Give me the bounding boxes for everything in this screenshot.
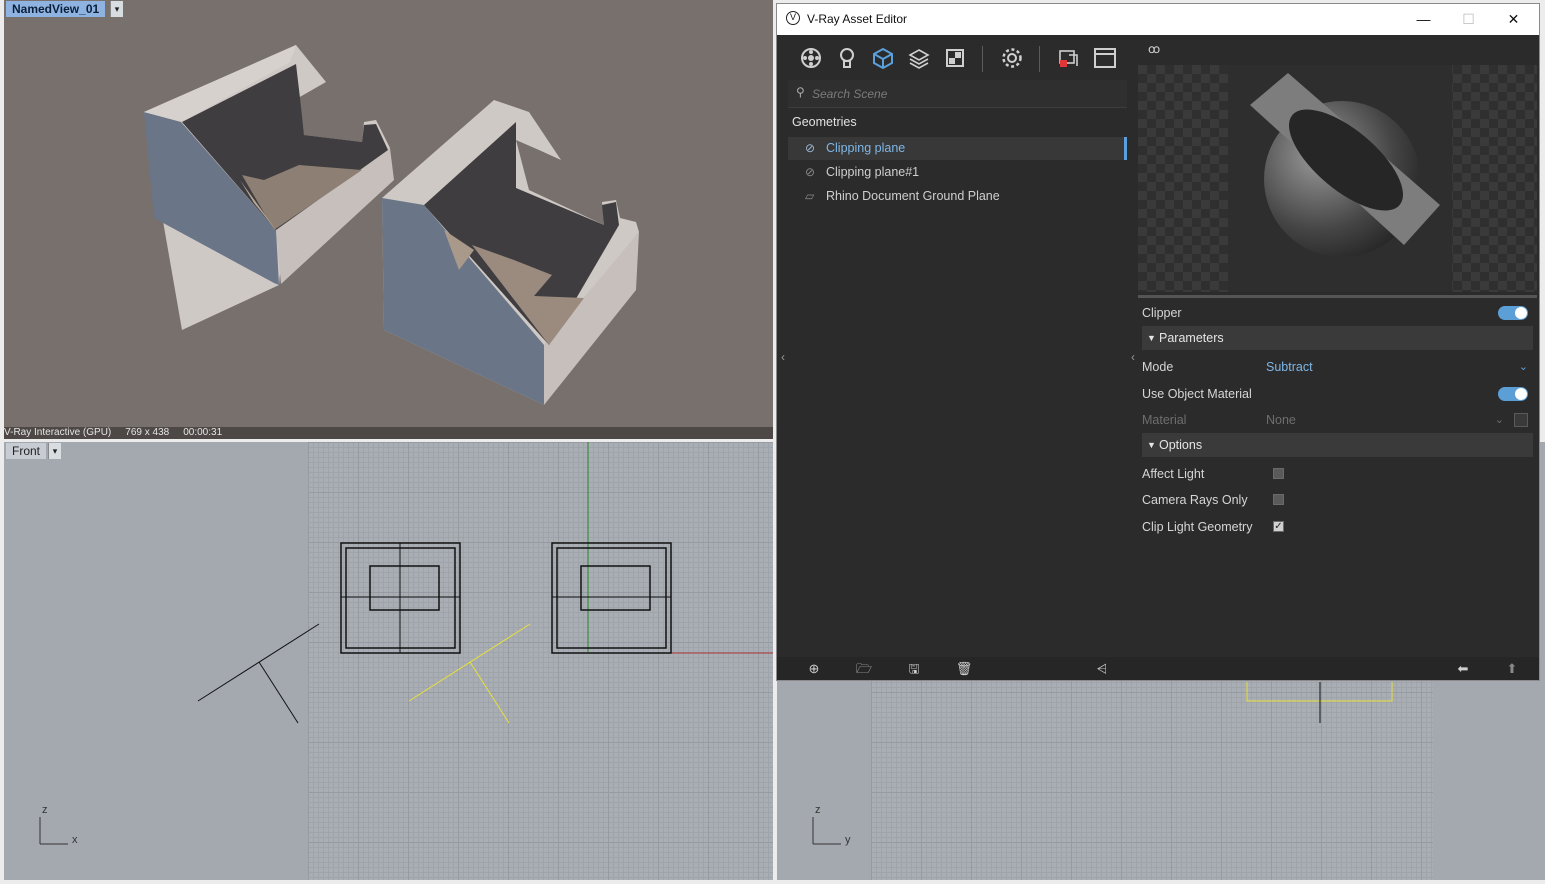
collapse-left-arrow-icon[interactable]: ‹ [778, 348, 788, 366]
asset-enable-toggle[interactable] [1498, 306, 1528, 320]
clip-light-geometry-row: Clip Light Geometry ✓ [1142, 515, 1534, 539]
render-resolution: 769 x 438 [125, 427, 170, 438]
chevron-down-icon[interactable]: ⌄ [1519, 355, 1528, 379]
add-asset-icon[interactable]: ⊕ [804, 659, 824, 679]
delete-icon[interactable]: 🗑 [954, 659, 974, 679]
clip-light-geometry-label: Clip Light Geometry [1142, 520, 1253, 534]
camera-rays-only-row: Camera Rays Only [1142, 488, 1534, 512]
list-item-label: Clipping plane#1 [826, 165, 920, 179]
front-viewport[interactable]: z x Front ▾ [4, 442, 773, 880]
asset-properties-panel: ꝏ Clipper ▼ Parameters Mode Subtract ⌄ U… [1138, 37, 1539, 657]
affect-light-checkbox[interactable] [1273, 468, 1284, 479]
clipper-icon: ⊘ [805, 141, 816, 155]
asset-list-panel: ⚲ Geometries ⊘ Clipping plane ⊘ Clipping… [788, 80, 1128, 657]
material-dropdown[interactable]: None [1266, 408, 1296, 432]
toolbar-separator [982, 46, 983, 72]
parameters-group-header[interactable]: ▼ Parameters [1142, 326, 1533, 350]
plane-icon: ▱ [805, 189, 815, 203]
textures-icon[interactable] [907, 46, 931, 70]
open-file-icon[interactable]: 🗁 [854, 659, 874, 679]
material-label: Material [1142, 413, 1187, 427]
material-slot-icon[interactable] [1514, 413, 1528, 427]
render-time: 00:00:31 [183, 427, 223, 438]
toolbar-separator [1039, 46, 1040, 72]
back-arrow-icon[interactable]: ⬅ [1453, 659, 1473, 679]
affect-light-row: Affect Light [1142, 462, 1534, 486]
viewport-title-named-view[interactable]: NamedView_01 [6, 1, 106, 17]
expand-triangle-icon: ▼ [1147, 333, 1156, 343]
asset-editor-bottom-bar: ⊕ 🗁 🖫 🗑 ⩤ ⬅ ⬆ [777, 657, 1539, 680]
chevron-down-icon[interactable]: ⌄ [1495, 408, 1504, 432]
frame-buffer-icon[interactable] [1093, 46, 1117, 70]
list-item-ground-plane[interactable]: ▱ Rhino Document Ground Plane [788, 185, 1127, 208]
render-status-bar: V-Ray Interactive (GPU) 769 x 438 00:00:31 [4, 427, 773, 439]
vray-logo-icon: V [786, 11, 800, 25]
viewport-title-front[interactable]: Front [6, 443, 47, 459]
clip-light-geometry-checkbox[interactable]: ✓ [1273, 521, 1284, 532]
mode-dropdown[interactable]: Subtract [1266, 355, 1313, 379]
list-item-label: Clipping plane [826, 141, 906, 155]
settings-icon[interactable] [1000, 46, 1024, 70]
interactive-render-icon[interactable] [1057, 46, 1081, 70]
geometries-section-header[interactable]: Geometries [792, 115, 857, 129]
search-bar: ⚲ [788, 80, 1127, 108]
search-icon: ⚲ [796, 85, 805, 99]
axis-label-z: z [42, 804, 48, 816]
list-item-label: Rhino Document Ground Plane [826, 189, 1000, 203]
options-group-header[interactable]: ▼ Options [1142, 433, 1533, 457]
camera-rays-only-checkbox[interactable] [1273, 494, 1284, 505]
maximize-button[interactable]: ☐ [1446, 4, 1491, 35]
material-row: Material None ⌄ [1142, 408, 1534, 432]
lights-icon[interactable] [835, 46, 859, 70]
asset-editor-window: V V-Ray Asset Editor — ☐ ✕ ⚲ Search Scen… [777, 4, 1539, 680]
expand-triangle-icon: ▼ [1147, 440, 1156, 450]
axis-label-y: y [845, 834, 851, 846]
window-title: V-Ray Asset Editor [807, 12, 908, 26]
window-titlebar[interactable]: V V-Ray Asset Editor — ☐ ✕ [777, 4, 1539, 35]
mode-row: Mode Subtract ⌄ [1142, 355, 1534, 379]
save-icon[interactable]: 🖫 [904, 659, 924, 679]
up-arrow-icon[interactable]: ⬆ [1502, 659, 1522, 679]
asset-category-toolbar [787, 40, 1127, 76]
group-label: Options [1159, 438, 1203, 452]
clipper-icon: ⊘ [805, 165, 816, 179]
list-item-clipping-plane[interactable]: ⊘ Clipping plane [788, 137, 1127, 160]
renderer-name: V-Ray Interactive (GPU) [4, 427, 112, 438]
axis-label-z: z [815, 804, 821, 816]
viewport-menu-dropdown[interactable]: ▾ [48, 443, 61, 459]
viewport-menu-dropdown[interactable]: ▾ [110, 1, 123, 17]
affect-light-label: Affect Light [1142, 467, 1205, 481]
minimize-button[interactable]: — [1401, 4, 1446, 35]
group-label: Parameters [1159, 331, 1224, 345]
preview-options-icon[interactable]: ꝏ [1148, 42, 1160, 56]
asset-header-row: Clipper [1142, 301, 1534, 325]
camera-rays-only-label: Camera Rays Only [1142, 493, 1248, 507]
render-elements-icon[interactable] [943, 46, 967, 70]
render-view-image [144, 45, 639, 405]
materials-icon[interactable] [799, 46, 823, 70]
list-item-clipping-plane-1[interactable]: ⊘ Clipping plane#1 [788, 161, 1127, 184]
preview-swatch [1228, 65, 1452, 292]
front-view-geometry [39, 442, 773, 845]
material-preview [1138, 65, 1537, 292]
collapse-panel-arrow-icon[interactable]: ‹ [1128, 348, 1138, 366]
axis-label-x: x [72, 834, 78, 846]
preview-splitter[interactable] [1138, 295, 1537, 298]
use-object-material-row: Use Object Material [1142, 382, 1534, 406]
render-viewport[interactable]: NamedView_01 ▾ V-Ray Interactive (GPU) 76… [4, 0, 773, 439]
use-object-material-label: Use Object Material [1142, 387, 1252, 401]
use-object-material-toggle[interactable] [1498, 387, 1528, 401]
mode-label: Mode [1142, 360, 1174, 374]
close-button[interactable]: ✕ [1491, 4, 1536, 35]
asset-name: Clipper [1142, 306, 1182, 320]
geometry-icon[interactable] [871, 46, 895, 70]
purge-unused-icon[interactable]: ⩤ [1092, 659, 1112, 679]
search-input[interactable] [810, 84, 1114, 104]
